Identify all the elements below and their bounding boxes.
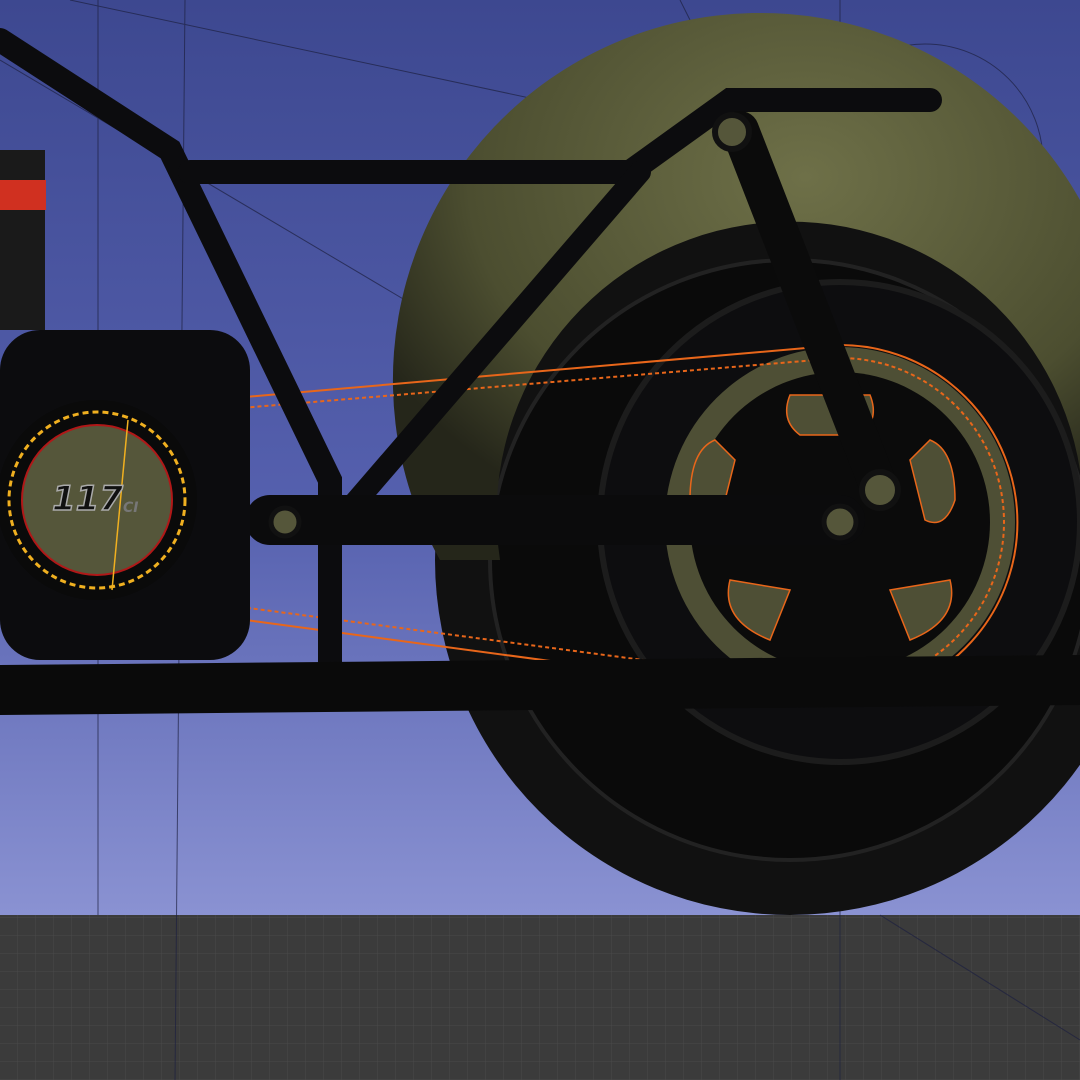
primary-cover: 117 CI	[0, 400, 197, 600]
rear-axle	[821, 503, 859, 541]
badge-suffix: CI	[123, 500, 138, 516]
shock-mount-top	[712, 112, 752, 152]
3d-viewport[interactable]: 117 CI	[0, 0, 1080, 1080]
badge-number: 117	[52, 479, 123, 519]
swingarm-pivot	[268, 505, 302, 539]
floor-grid	[0, 915, 1080, 1080]
shock-mount-bottom	[859, 469, 901, 511]
render-canvas[interactable]: 117 CI	[0, 0, 1080, 1080]
